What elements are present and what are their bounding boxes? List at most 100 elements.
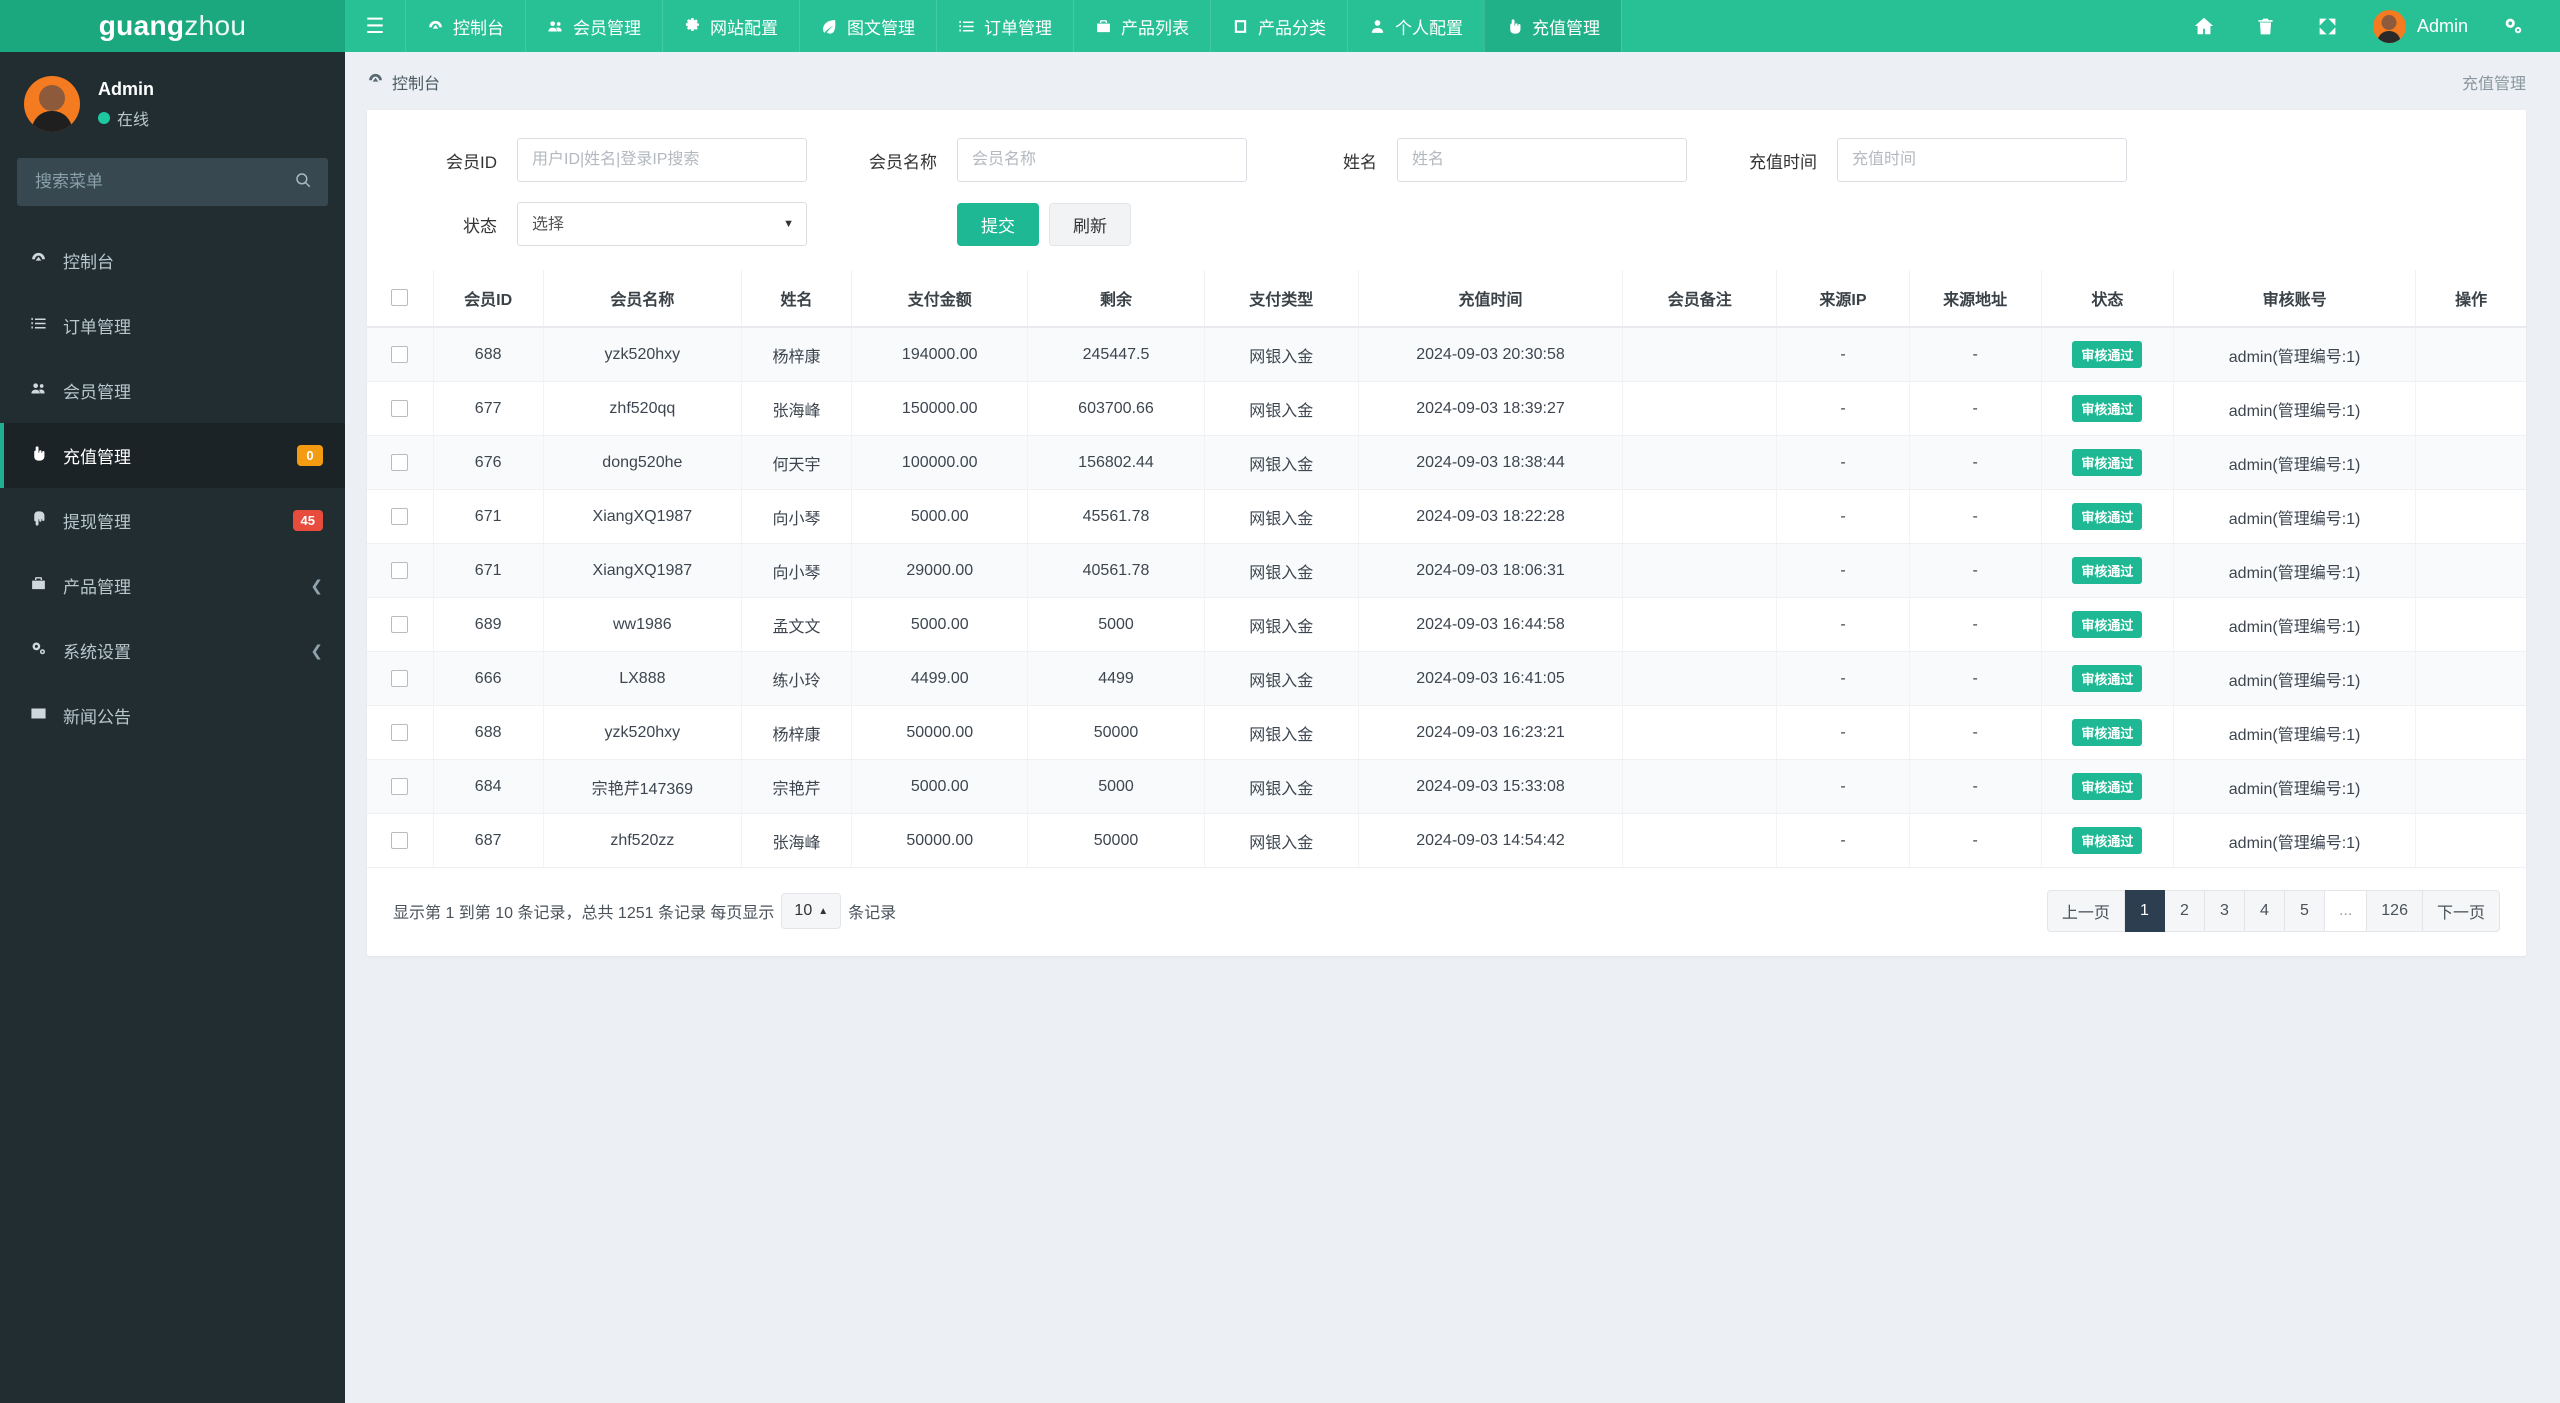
brand-logo[interactable]: guang zhou <box>0 0 345 52</box>
sidebar-item-2[interactable]: 订单管理 <box>0 293 345 358</box>
top-nav-item-5[interactable]: 订单管理 <box>936 0 1073 52</box>
home-icon[interactable] <box>2173 0 2235 52</box>
status-badge: 审核通过 <box>2041 651 2174 706</box>
cell-remark <box>1622 381 1778 436</box>
top-nav-item-7[interactable]: 产品分类 <box>1210 0 1347 52</box>
status-select[interactable]: 选择 <box>517 202 807 246</box>
sidebar-item-label: 新闻公告 <box>63 708 131 727</box>
pagination-page-3[interactable]: 3 <box>2204 890 2245 932</box>
checkbox-icon[interactable] <box>391 399 409 417</box>
top-nav-item-label: 控制台 <box>453 18 504 38</box>
sidebar-item-4[interactable]: 充值管理 0 <box>0 423 345 488</box>
top-nav-item-6[interactable]: 产品列表 <box>1073 0 1210 52</box>
checkbox-icon[interactable] <box>391 723 409 741</box>
row-checkbox[interactable] <box>367 813 434 868</box>
dashboard-icon <box>367 71 384 93</box>
table-row[interactable]: 688 yzk520hxy 杨梓康 50000.00 50000 网银入金 2024-09-… <box>367 705 2526 760</box>
app-shell: Admin 在线 控制台订单管理会员管理充值管理0提现管理45产品管理❮系统设置… <box>0 52 2560 1403</box>
checkbox-icon[interactable] <box>391 453 409 471</box>
cell-member-id: 676 <box>433 435 544 490</box>
row-checkbox[interactable] <box>367 759 434 814</box>
checkbox-icon[interactable] <box>391 345 409 363</box>
status-badge: 审核通过 <box>2041 759 2174 814</box>
per-page-selector[interactable]: 10 ▲ <box>781 893 842 929</box>
row-checkbox[interactable] <box>367 543 434 598</box>
sidebar-item-5[interactable]: 提现管理 45 <box>0 488 345 553</box>
sidebar-search[interactable] <box>17 158 328 206</box>
member-name-input[interactable] <box>957 138 1247 182</box>
row-checkbox[interactable] <box>367 597 434 652</box>
list-ol-icon <box>958 18 975 35</box>
cell-remark <box>1622 813 1778 868</box>
cell-time: 2024-09-03 20:30:58 <box>1358 327 1624 382</box>
main-content: 控制台 充值管理 会员ID 会员名称 姓名 充值时 <box>345 52 2560 1403</box>
real-name-input[interactable] <box>1397 138 1687 182</box>
table-row[interactable]: 666 LX888 练小玲 4499.00 4499 网银入金 2024-09-03 16:… <box>367 651 2526 706</box>
member-id-input[interactable] <box>517 138 807 182</box>
sidebar-search-input[interactable] <box>33 171 294 193</box>
checkbox-icon[interactable] <box>391 831 409 849</box>
table-row[interactable]: 671 XiangXQ1987 向小琴 5000.00 45561.78 网银入金 2024… <box>367 489 2526 544</box>
row-checkbox[interactable] <box>367 381 434 436</box>
filter-status-label: 状态 <box>463 216 497 236</box>
table-row[interactable]: 689 ww1986 孟文文 5000.00 5000 网银入金 2024-09-03 16… <box>367 597 2526 652</box>
cell-auditor: admin(管理编号:1) <box>2173 705 2417 760</box>
pagination-page-126[interactable]: 126 <box>2367 890 2423 932</box>
pagination-prev[interactable]: 上一页 <box>2046 890 2125 932</box>
select-all-checkbox[interactable] <box>367 270 434 328</box>
checkbox-icon[interactable] <box>391 289 409 307</box>
cell-balance: 156802.44 <box>1027 435 1205 490</box>
user-menu[interactable]: Admin <box>2359 9 2482 43</box>
pagination-page-4[interactable]: 4 <box>2244 890 2285 932</box>
trash-icon[interactable] <box>2235 0 2297 52</box>
pagination-page-5[interactable]: 5 <box>2284 890 2325 932</box>
table-row[interactable]: 671 XiangXQ1987 向小琴 29000.00 40561.78 网银入金 202… <box>367 543 2526 598</box>
top-nav-item-4[interactable]: 图文管理 <box>799 0 936 52</box>
hand-up-icon <box>1506 18 1523 35</box>
row-checkbox[interactable] <box>367 705 434 760</box>
row-checkbox[interactable] <box>367 489 434 544</box>
sidebar-toggle-button[interactable]: ☰ <box>345 0 405 52</box>
top-nav-item-9[interactable]: 充值管理 <box>1484 0 1621 52</box>
search-icon[interactable] <box>294 171 312 194</box>
table-row[interactable]: 684 宗艳芹147369 宗艳芹 5000.00 5000 网银入金 2024-09-03… <box>367 759 2526 814</box>
expand-icon[interactable] <box>2297 0 2359 52</box>
sidebar-item-1[interactable]: 控制台 <box>0 228 345 293</box>
sidebar-user-panel[interactable]: Admin 在线 <box>0 52 345 154</box>
checkbox-icon[interactable] <box>391 777 409 795</box>
table-row[interactable]: 687 zhf520zz 张海峰 50000.00 50000 网银入金 2024-09-0… <box>367 813 2526 868</box>
table-row[interactable]: 676 dong520he 何天宇 100000.00 156802.44 网银入金 202… <box>367 435 2526 490</box>
checkbox-icon[interactable] <box>391 669 409 687</box>
gears-icon[interactable] <box>2482 0 2544 52</box>
sidebar-item-8[interactable]: 新闻公告 <box>0 683 345 748</box>
row-checkbox[interactable] <box>367 435 434 490</box>
table-row[interactable]: 677 zhf520qq 张海峰 150000.00 603700.66 网银入金 2024… <box>367 381 2526 436</box>
checkbox-icon[interactable] <box>391 615 409 633</box>
filter-recharge-time-label: 充值时间 <box>1749 152 1817 172</box>
table-header-cell: 支付金额 <box>851 270 1029 328</box>
sidebar-item-label: 系统设置 <box>63 643 131 662</box>
top-nav-item-1[interactable]: 控制台 <box>405 0 525 52</box>
pagination-page-2[interactable]: 2 <box>2164 890 2205 932</box>
sidebar-item-7[interactable]: 系统设置 ❮ <box>0 618 345 683</box>
top-nav-item-8[interactable]: 个人配置 <box>1347 0 1484 52</box>
pagination-page-1[interactable]: 1 <box>2124 890 2165 932</box>
sidebar-item-6[interactable]: 产品管理 ❮ <box>0 553 345 618</box>
recharge-time-input[interactable] <box>1837 138 2127 182</box>
table-row[interactable]: 688 yzk520hxy 杨梓康 194000.00 245447.5 网银入金 2024… <box>367 327 2526 382</box>
sidebar-item-3[interactable]: 会员管理 <box>0 358 345 423</box>
page-title: 充值管理 <box>2461 76 2526 93</box>
row-checkbox[interactable] <box>367 327 434 382</box>
breadcrumb: 控制台 <box>367 70 440 94</box>
cell-real-name: 练小玲 <box>741 651 853 706</box>
checkbox-icon[interactable] <box>391 507 409 525</box>
pagination-next[interactable]: 下一页 <box>2422 890 2500 932</box>
refresh-button[interactable]: 刷新 <box>1049 202 1131 246</box>
top-nav-item-2[interactable]: 会员管理 <box>525 0 662 52</box>
top-nav-item-3[interactable]: 网站配置 <box>662 0 799 52</box>
filter-member-name-label: 会员名称 <box>869 152 937 172</box>
row-checkbox[interactable] <box>367 651 434 706</box>
cell-real-name: 杨梓康 <box>741 327 853 382</box>
checkbox-icon[interactable] <box>391 561 409 579</box>
submit-button[interactable]: 提交 <box>957 202 1039 246</box>
